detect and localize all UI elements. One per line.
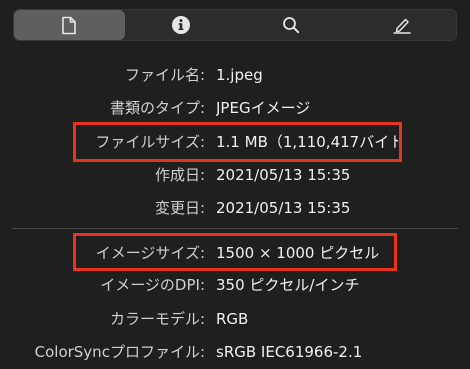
tab-more-info[interactable] [126, 9, 237, 41]
info-row-filename: ファイル名: 1.jpeg [0, 60, 470, 90]
file-size-highlight-box [73, 122, 402, 162]
section-divider [12, 228, 458, 229]
row-label: ファイル名: [124, 66, 205, 84]
document-icon [62, 16, 77, 34]
row-value: 2021/05/13 15:35 [216, 166, 351, 184]
info-row-document-type: 書類のタイプ: JPEGイメージ [0, 93, 470, 123]
row-label: イメージのDPI: [100, 276, 205, 294]
tab-annotate[interactable] [347, 9, 458, 41]
row-label: ColorSyncプロファイル: [34, 343, 205, 361]
info-row-modified: 変更日: 2021/05/13 15:35 [0, 193, 470, 223]
row-value: sRGB IEC61966-2.1 [216, 343, 363, 361]
row-value: 1.jpeg [216, 66, 263, 84]
image-size-highlight-box [73, 233, 397, 271]
row-value: 2021/05/13 15:35 [216, 199, 351, 217]
info-icon [171, 16, 190, 34]
inspector-window: ファイル名: 1.jpeg 書類のタイプ: JPEGイメージ ファイルサイズ: … [0, 0, 470, 369]
info-row-image-dpi: イメージのDPI: 350 ピクセル/インチ [0, 270, 470, 300]
tab-search[interactable] [236, 9, 347, 41]
row-label: 書類のタイプ: [109, 99, 205, 117]
row-value: JPEGイメージ [216, 99, 311, 117]
row-label: 変更日: [154, 199, 205, 217]
row-value: 350 ピクセル/インチ [216, 276, 360, 294]
tab-general[interactable] [14, 10, 125, 40]
row-label: カラーモデル: [109, 310, 205, 328]
info-row-created: 作成日: 2021/05/13 15:35 [0, 160, 470, 190]
row-value: RGB [216, 310, 249, 328]
search-icon [283, 17, 300, 34]
row-label: 作成日: [154, 166, 205, 184]
info-row-colorsync-profile: ColorSyncプロファイル: sRGB IEC61966-2.1 [0, 337, 470, 367]
pen-icon [393, 18, 411, 34]
info-row-color-model: カラーモデル: RGB [0, 304, 470, 334]
inspector-toolbar [13, 9, 457, 41]
